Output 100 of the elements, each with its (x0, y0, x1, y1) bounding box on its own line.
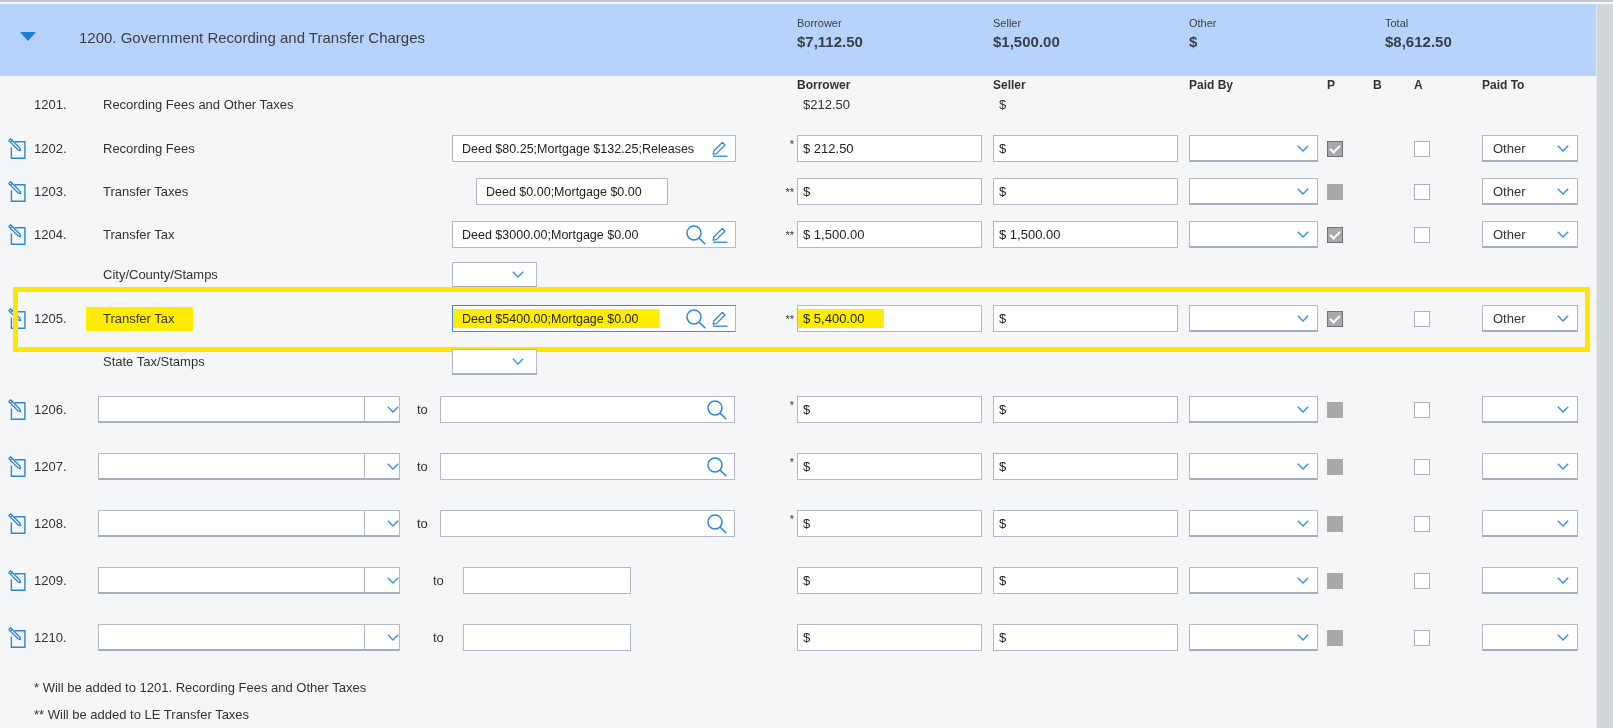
borrower-amount-field[interactable]: $ 5,400.00 (797, 305, 982, 332)
borrower-amount-field[interactable]: $ 1,500.00 (797, 221, 982, 248)
a-checkbox[interactable] (1414, 401, 1430, 418)
search-icon[interactable] (686, 308, 706, 329)
description-field[interactable]: Deed $5400.00;Mortgage $0.00 (452, 305, 736, 332)
p-checkbox[interactable] (1327, 458, 1343, 475)
caret-icon[interactable] (20, 32, 36, 41)
a-checkbox[interactable] (1414, 458, 1430, 475)
payee-field[interactable] (440, 453, 735, 480)
a-checkbox[interactable] (1414, 183, 1430, 200)
seller-amount-field[interactable]: $ (993, 510, 1178, 537)
seller-amount-field[interactable]: $ (993, 453, 1178, 480)
seller-amount-field[interactable]: $ (993, 624, 1178, 651)
p-checkbox[interactable] (1327, 310, 1343, 327)
paid-by-select[interactable] (1189, 178, 1318, 205)
edit-document-icon[interactable] (8, 181, 26, 202)
column-header: Paid By (1189, 77, 1233, 93)
pencil-icon[interactable] (712, 226, 728, 243)
a-checkbox[interactable] (1414, 515, 1430, 532)
p-checkbox[interactable] (1327, 226, 1343, 243)
scrollbar[interactable] (1596, 4, 1613, 728)
pencil-icon[interactable] (712, 140, 728, 157)
description-field[interactable]: Deed $80.25;Mortgage $132.25;Releases (452, 135, 736, 162)
borrower-amount-field[interactable]: $ (797, 396, 982, 423)
search-icon[interactable] (686, 224, 706, 245)
to-label: to (433, 572, 444, 589)
search-icon[interactable] (707, 399, 727, 420)
chevron-down-icon (1557, 633, 1569, 641)
borrower-amount-field[interactable]: $ (797, 178, 982, 205)
p-checkbox[interactable] (1327, 401, 1343, 418)
borrower-amount-field[interactable]: $ 212.50 (797, 135, 982, 162)
seller-amount-field[interactable]: $ (993, 305, 1178, 332)
edit-document-icon[interactable] (8, 570, 26, 591)
seller-amount-field[interactable]: $ (993, 135, 1178, 162)
pencil-icon[interactable] (712, 310, 728, 327)
item-select[interactable] (98, 396, 400, 423)
a-checkbox[interactable] (1414, 629, 1430, 646)
paid-to-select[interactable] (1482, 453, 1578, 480)
payee-field[interactable] (440, 396, 735, 423)
line-number: 1205. (34, 310, 67, 327)
chevron-down-icon (1557, 462, 1569, 470)
seller-amount-field[interactable]: $ (993, 178, 1178, 205)
a-checkbox[interactable] (1414, 310, 1430, 327)
edit-document-icon[interactable] (8, 138, 26, 159)
item-select[interactable] (98, 567, 400, 594)
to-label: to (417, 515, 428, 532)
item-select[interactable] (98, 510, 400, 537)
seller-amount-field[interactable]: $ 1,500.00 (993, 221, 1178, 248)
paid-by-select[interactable] (1189, 396, 1318, 423)
borrower-amount-field[interactable]: $ (797, 453, 982, 480)
sub-select[interactable] (452, 349, 537, 375)
borrower-amount-field[interactable]: $ (797, 624, 982, 651)
p-checkbox[interactable] (1327, 183, 1343, 200)
search-icon[interactable] (707, 513, 727, 534)
paid-by-select[interactable] (1189, 624, 1318, 651)
payee-field[interactable] (463, 624, 631, 651)
payee-field[interactable] (440, 510, 735, 537)
borrower-amount-field[interactable]: $ (797, 510, 982, 537)
sub-select[interactable] (452, 262, 537, 288)
a-checkbox[interactable] (1414, 572, 1430, 589)
chevron-down-icon (387, 576, 399, 584)
edit-document-icon[interactable] (8, 308, 26, 329)
p-checkbox[interactable] (1327, 572, 1343, 589)
a-checkbox[interactable] (1414, 226, 1430, 243)
chevron-down-icon (512, 271, 524, 278)
description-field[interactable]: Deed $3000.00;Mortgage $0.00 (452, 221, 736, 248)
search-icon[interactable] (707, 456, 727, 477)
paid-to-select[interactable] (1482, 510, 1578, 537)
p-checkbox[interactable] (1327, 140, 1343, 157)
seller-amount-field[interactable]: $ (993, 396, 1178, 423)
paid-to-select[interactable] (1482, 624, 1578, 651)
edit-document-icon[interactable] (8, 456, 26, 477)
paid-to-select[interactable] (1482, 396, 1578, 423)
paid-to-select[interactable]: Other (1482, 135, 1578, 162)
paid-by-select[interactable] (1189, 135, 1318, 162)
paid-by-select[interactable] (1189, 221, 1318, 248)
p-checkbox[interactable] (1327, 629, 1343, 646)
paid-to-select[interactable] (1482, 567, 1578, 594)
edit-document-icon[interactable] (8, 627, 26, 648)
borrower-amount-field[interactable]: $ (797, 567, 982, 594)
item-select[interactable] (98, 453, 400, 480)
paid-by-select[interactable] (1189, 510, 1318, 537)
note-marker: ** (785, 185, 794, 198)
paid-to-select[interactable]: Other (1482, 305, 1578, 332)
edit-document-icon[interactable] (8, 224, 26, 245)
edit-document-icon[interactable] (8, 399, 26, 420)
description-field[interactable]: Deed $0.00;Mortgage $0.00 (476, 178, 668, 205)
item-select[interactable] (98, 624, 400, 651)
seller-amount-field[interactable]: $ (993, 567, 1178, 594)
paid-to-select[interactable]: Other (1482, 221, 1578, 248)
paid-by-select[interactable] (1189, 453, 1318, 480)
note-marker: * (789, 398, 794, 411)
a-checkbox[interactable] (1414, 140, 1430, 157)
payee-field[interactable] (463, 567, 631, 594)
p-checkbox[interactable] (1327, 515, 1343, 532)
paid-by-select[interactable] (1189, 567, 1318, 594)
paid-by-select[interactable] (1189, 305, 1318, 332)
total-label: Seller (993, 17, 1022, 30)
paid-to-select[interactable]: Other (1482, 178, 1578, 205)
edit-document-icon[interactable] (8, 513, 26, 534)
